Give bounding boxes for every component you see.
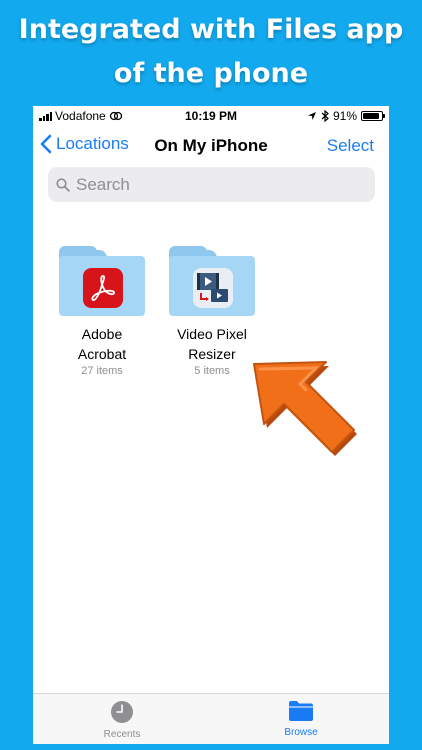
tab-recents-label: Recents bbox=[103, 729, 141, 740]
headline: Integrated with Files app of the phone bbox=[0, 8, 422, 96]
adobe-acrobat-icon bbox=[83, 268, 123, 308]
video-pixel-resizer-icon bbox=[193, 268, 233, 308]
headline-line-2: of the phone bbox=[113, 58, 309, 89]
select-button[interactable]: Select bbox=[327, 136, 374, 156]
headline-line-1: Integrated with Files app bbox=[18, 14, 404, 45]
tab-browse-label: Browse bbox=[284, 727, 318, 738]
folder-icon bbox=[59, 246, 145, 316]
battery-percent: 91% bbox=[332, 109, 357, 123]
tab-browse[interactable]: Browse bbox=[241, 700, 361, 738]
battery-icon bbox=[361, 111, 385, 121]
back-button[interactable]: Locations bbox=[40, 134, 129, 154]
pointer-arrow-icon bbox=[253, 361, 357, 456]
folder-name-line-2: Acrobat bbox=[77, 346, 127, 362]
folder-item-count: 27 items bbox=[81, 365, 123, 377]
folder-name-line-1: Adobe bbox=[81, 326, 123, 342]
location-arrow-icon bbox=[307, 112, 316, 120]
search-input[interactable]: Search bbox=[48, 167, 375, 202]
search-placeholder: Search bbox=[76, 174, 130, 194]
folder-icon bbox=[169, 246, 255, 316]
status-bar: Vodafone 10:19 PM 91% bbox=[33, 106, 389, 126]
tab-recents[interactable]: Recents bbox=[62, 700, 182, 740]
back-button-label: Locations bbox=[56, 134, 129, 153]
search-icon bbox=[56, 177, 70, 192]
chevron-left-icon bbox=[40, 134, 52, 154]
folder-adobe-acrobat[interactable]: Adobe Acrobat 27 items bbox=[47, 246, 157, 378]
folder-filled-icon bbox=[289, 701, 313, 721]
clock-icon bbox=[111, 701, 133, 723]
navigation-bar: Locations On My iPhone Select bbox=[33, 132, 389, 162]
bluetooth-icon bbox=[321, 110, 329, 122]
tab-bar: Recents Browse bbox=[33, 693, 389, 744]
